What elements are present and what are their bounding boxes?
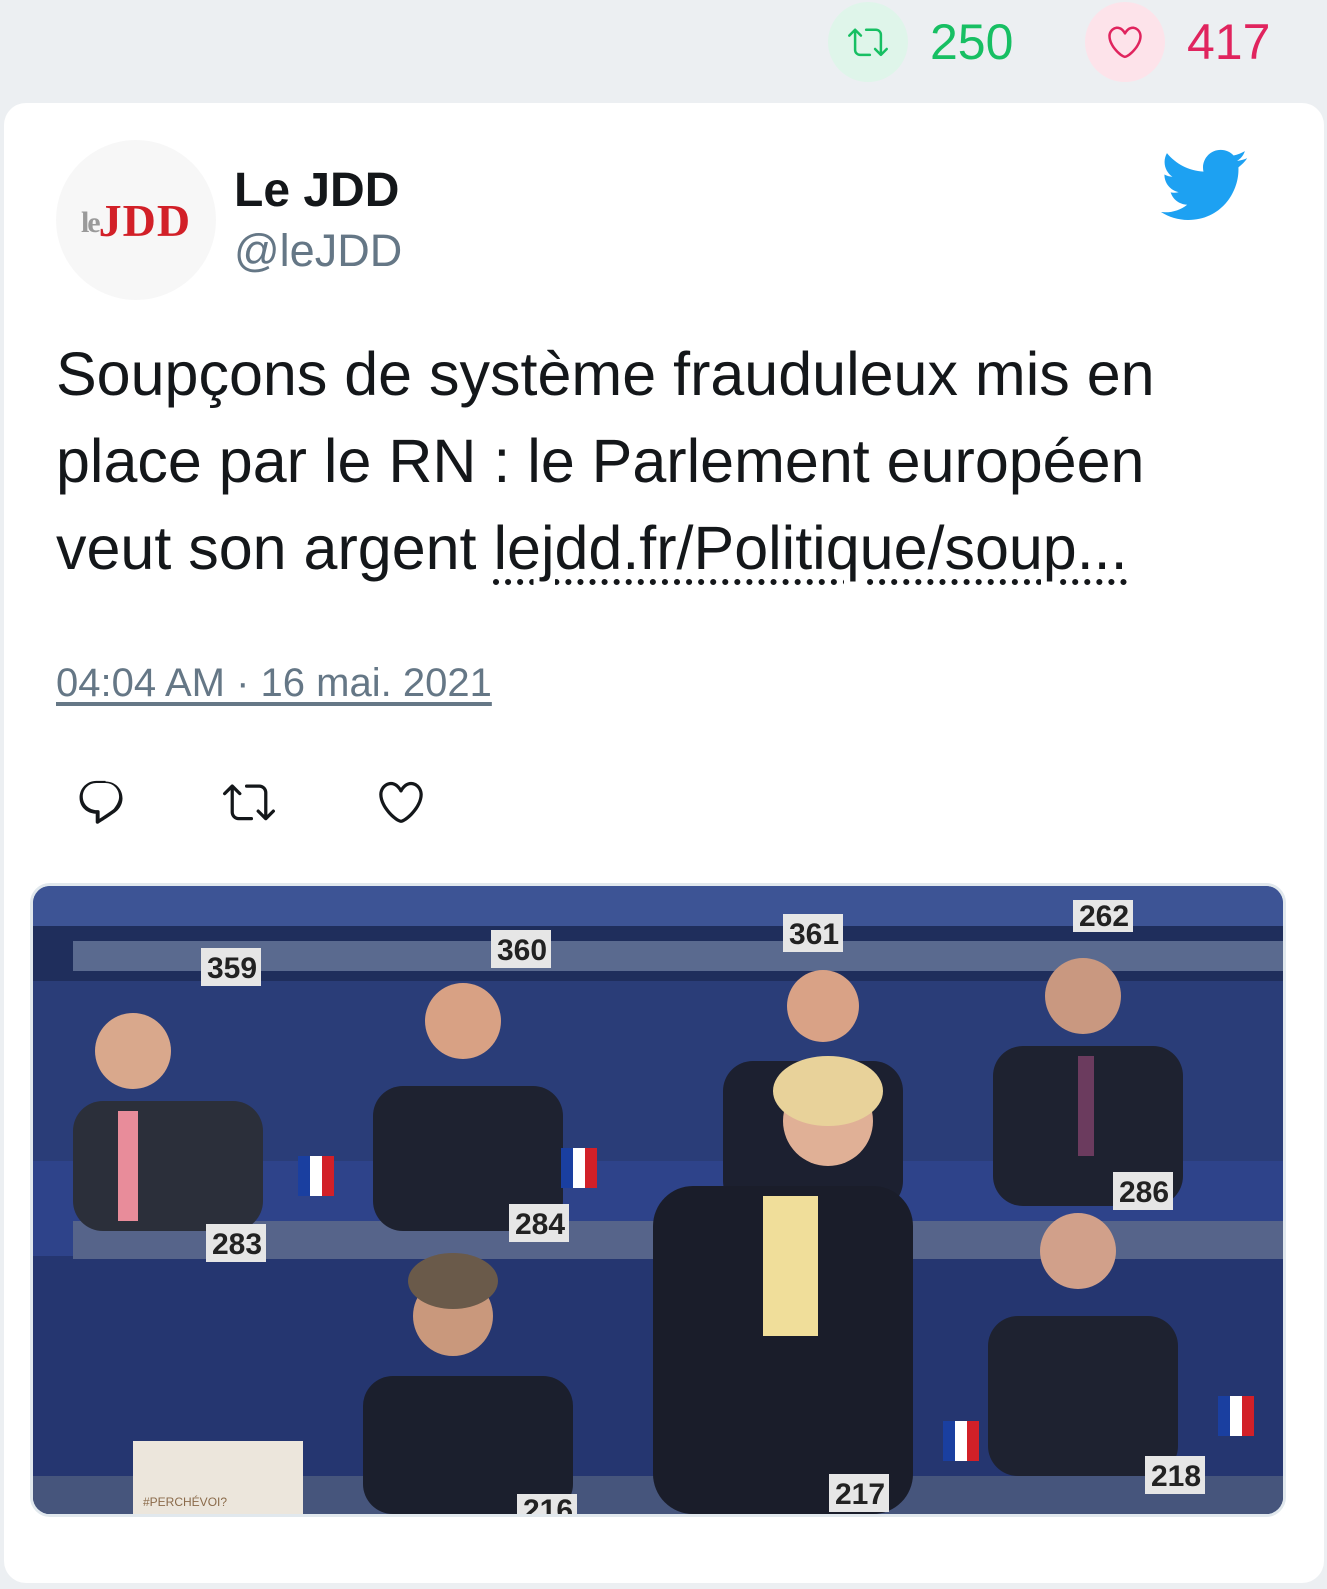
seat-plate: 216: [517, 1494, 577, 1514]
seat-number: 361: [789, 918, 839, 951]
poster-text: #PERCHÉVOI?: [143, 1494, 227, 1509]
seat-number: 286: [1119, 1176, 1169, 1209]
avatar-logo-prefix: le: [80, 206, 101, 239]
retweet-stat[interactable]: 250: [828, 2, 1013, 82]
seat-number: 360: [497, 934, 547, 967]
avatar[interactable]: le JDD: [56, 140, 216, 300]
retweet-icon: [828, 2, 908, 82]
retweet-count: 250: [930, 14, 1014, 70]
seat-plate: 360: [491, 930, 551, 968]
seat-plate: 359: [201, 948, 261, 986]
parliament-photo: #PERCHÉVOI? 359 360 361 262 283 284 286 …: [33, 886, 1283, 1514]
heart-icon: [1085, 2, 1165, 82]
avatar-logo-main: JDD: [98, 194, 192, 246]
retweet-icon: [221, 776, 277, 833]
retweet-button[interactable]: [216, 771, 282, 837]
french-flag: [298, 1156, 334, 1196]
french-flag: [943, 1421, 979, 1461]
twitter-bird-icon[interactable]: [1157, 147, 1249, 228]
seat-plate: 218: [1145, 1456, 1205, 1494]
seat-number: 284: [515, 1208, 565, 1241]
author-display-name[interactable]: Le JDD: [234, 163, 399, 218]
like-button[interactable]: [368, 771, 434, 837]
tweet-stats-bar: 250 417: [0, 0, 1327, 100]
heart-icon: [375, 776, 427, 833]
seat-number: 217: [835, 1478, 885, 1511]
french-flag: [561, 1148, 597, 1188]
seat-plate: 284: [509, 1204, 569, 1242]
reply-button[interactable]: [68, 771, 134, 837]
seat-number: 262: [1079, 900, 1129, 933]
reply-icon: [75, 776, 127, 833]
seat-number: 283: [212, 1228, 262, 1261]
tweet-card: le JDD Le JDD @leJDD Soupçons de système…: [4, 103, 1324, 1583]
author-handle[interactable]: @leJDD: [234, 225, 402, 277]
seat-plate: 283: [206, 1224, 266, 1262]
seat-plate: 217: [829, 1474, 889, 1512]
like-stat[interactable]: 417: [1085, 2, 1270, 82]
tweet-link[interactable]: lejdd.fr/Politique/soup...: [493, 514, 1127, 582]
seat-plate: 286: [1113, 1172, 1173, 1210]
tweet-timestamp[interactable]: 04:04 AM · 16 mai. 2021: [56, 661, 492, 706]
seat-plate: 361: [783, 914, 843, 952]
seat-number: 359: [207, 952, 257, 985]
french-flag: [1218, 1396, 1254, 1436]
seat-number: 216: [523, 1494, 573, 1514]
tweet-body: Soupçons de système frauduleux mis en pl…: [56, 331, 1276, 592]
seat-number: 218: [1151, 1460, 1201, 1493]
tweet-photo[interactable]: #PERCHÉVOI? 359 360 361 262 283 284 286 …: [30, 883, 1286, 1517]
seat-plate: 262: [1073, 900, 1133, 933]
like-count: 417: [1187, 14, 1271, 70]
